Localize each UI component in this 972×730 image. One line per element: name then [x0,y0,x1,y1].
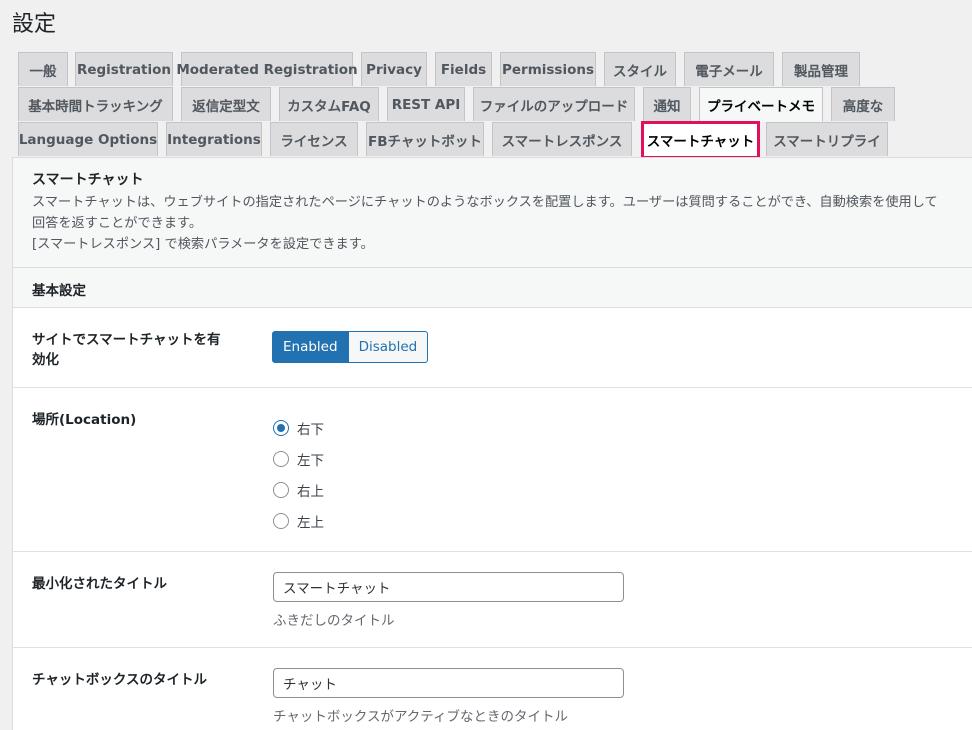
tab-custom-faq[interactable]: カスタムFAQ [279,87,379,121]
tab-smart-reply[interactable]: スマートリプライ [766,122,888,156]
location-option-top-right[interactable]: 右上 [273,474,324,505]
chatbox-title-help: チャットボックスがアクティブなときのタイトル [273,709,568,725]
minimized-title-help: ふきだしのタイトル [273,613,395,629]
disabled-button[interactable]: Disabled [348,331,429,363]
location-radio-group: 右下 左下 右上 左上 [273,412,324,536]
tab-product-management[interactable]: 製品管理 [782,52,860,86]
tab-integrations[interactable]: Integrations [166,122,262,156]
location-option-label: 右上 [297,483,324,500]
tab-style[interactable]: スタイル [604,52,676,86]
settings-panel: スマートチャット スマートチャットは、ウェブサイトの指定されたページにチャットの… [12,157,972,730]
tab-private-notes[interactable]: プライベートメモ [699,87,823,122]
location-option-bottom-left[interactable]: 左下 [273,443,324,474]
tab-moderated-registration[interactable]: Moderated Registration [176,52,358,86]
location-label: 場所(Location) [32,412,137,428]
intro-box: スマートチャット スマートチャットは、ウェブサイトの指定されたページにチャットの… [13,158,972,268]
intro-description: スマートチャットは、ウェブサイトの指定されたページにチャットのようなボックスを配… [32,195,938,231]
field-location: 場所(Location) 右下 左下 右上 左上 [13,388,972,552]
tab-fields[interactable]: Fields [435,52,492,86]
tab-advanced[interactable]: 高度な [831,87,895,121]
tab-smart-response[interactable]: スマートレスポンス [492,122,632,156]
tab-rest-api[interactable]: REST API [387,87,465,121]
field-chatbox-title: チャットボックスのタイトル チャットボックスがアクティブなときのタイトル [13,648,972,730]
tab-email[interactable]: 電子メール [684,52,774,86]
tab-fb-chatbot[interactable]: FBチャットボット [366,122,484,156]
intro-heading: スマートチャット [32,172,144,188]
page-title: 設定 [12,12,57,37]
radio-checked-icon[interactable] [273,419,289,436]
tab-time-tracking[interactable]: 基本時間トラッキング [18,87,173,121]
chatbox-title-label: チャットボックスのタイトル [32,672,207,688]
tab-notifications[interactable]: 通知 [643,87,691,121]
section-title: 基本設定 [13,268,972,308]
tab-smart-chat[interactable]: スマートチャット [641,121,760,159]
minimized-title-input[interactable] [273,572,624,602]
minimized-title-label: 最小化されたタイトル [32,576,167,592]
enable-label: サイトでスマートチャットを有効化 [32,332,221,368]
radio-unchecked-icon[interactable] [273,481,289,498]
tab-license[interactable]: ライセンス [270,122,358,156]
settings-page: 設定 一般 Registration Moderated Registratio… [0,0,972,730]
radio-unchecked-icon[interactable] [273,512,289,529]
location-option-bottom-right[interactable]: 右下 [273,412,324,443]
tab-permissions[interactable]: Permissions [500,52,596,86]
tab-registration[interactable]: Registration [75,52,173,86]
intro-note: [スマートレスポンス] で検索パラメータを設定できます。 [32,237,374,252]
enabled-button[interactable]: Enabled [272,331,349,363]
tab-general[interactable]: 一般 [18,52,68,86]
location-option-top-left[interactable]: 左上 [273,505,324,536]
location-option-label: 左下 [297,452,324,469]
tab-canned-replies[interactable]: 返信定型文 [181,87,271,121]
field-minimized-title: 最小化されたタイトル ふきだしのタイトル [13,552,972,648]
tab-file-upload[interactable]: ファイルのアップロード [473,87,635,121]
location-option-label: 右下 [297,421,324,438]
field-enable-smart-chat: サイトでスマートチャットを有効化 Enabled Disabled [13,308,972,388]
location-option-label: 左上 [297,514,324,531]
tab-privacy[interactable]: Privacy [361,52,427,86]
chatbox-title-input[interactable] [273,668,624,698]
radio-unchecked-icon[interactable] [273,450,289,467]
tab-language-options[interactable]: Language Options [18,122,158,156]
enable-toggle: Enabled Disabled [272,331,429,363]
